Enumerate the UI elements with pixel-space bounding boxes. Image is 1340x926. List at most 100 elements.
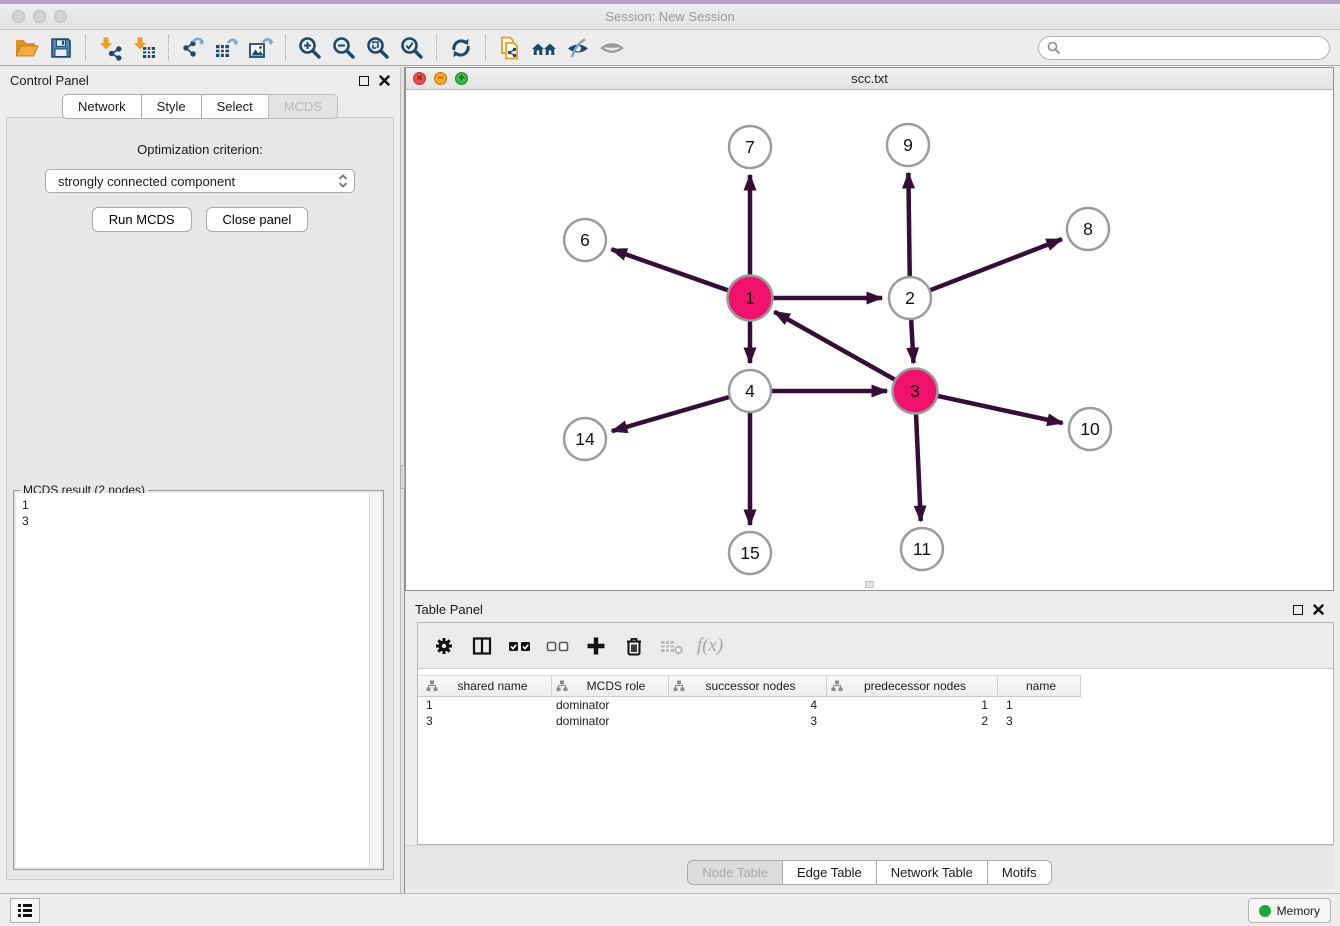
tab-node-table[interactable]: Node Table <box>687 860 783 885</box>
memory-label: Memory <box>1277 904 1320 918</box>
column-header-mcds-role[interactable]: MCDS role <box>552 675 669 697</box>
graph-node-label: 1 <box>745 288 755 308</box>
hide-selected-button[interactable] <box>561 33 595 63</box>
save-session-button[interactable] <box>44 33 78 63</box>
cell-name[interactable]: 3 <box>998 713 1081 729</box>
graph-node-10[interactable]: 10 <box>1069 408 1111 450</box>
column-header-successor-nodes[interactable]: successor nodes <box>669 675 827 697</box>
column-settings-button[interactable] <box>428 630 460 662</box>
float-panel-icon[interactable] <box>359 76 369 86</box>
first-neighbors-button[interactable] <box>527 33 561 63</box>
tab-mcds[interactable]: MCDS <box>268 94 338 119</box>
delete-table-icon <box>660 635 684 657</box>
graph-node-9[interactable]: 9 <box>887 124 929 166</box>
graph-node-4[interactable]: 4 <box>729 370 771 412</box>
function-builder-button[interactable]: f(x) <box>694 630 726 662</box>
graph-node-label: 7 <box>745 137 755 157</box>
graph-edge-3-10[interactable] <box>936 396 1062 423</box>
window-title: Session: New Session <box>0 9 1340 24</box>
trash-icon <box>623 635 645 657</box>
cell-name[interactable]: 1 <box>998 697 1081 713</box>
zoom-selected-button[interactable] <box>395 33 429 63</box>
cell-shared-name[interactable]: 3 <box>418 713 552 729</box>
zoom-out-button[interactable] <box>327 33 361 63</box>
export-network-icon <box>180 35 206 61</box>
apply-layout-button[interactable] <box>444 33 478 63</box>
column-header-shared-name[interactable]: shared name <box>418 675 552 697</box>
cell-mcds-role[interactable]: dominator <box>552 713 669 729</box>
graph-edge-4-14[interactable] <box>612 397 729 431</box>
graph-node-label: 2 <box>905 288 915 308</box>
column-header-name[interactable]: name <box>998 675 1081 697</box>
tab-network-table[interactable]: Network Table <box>876 860 988 885</box>
criterion-dropdown[interactable]: strongly connected component <box>45 169 355 193</box>
network-canvas[interactable]: 7 9 6 8 1 2 4 3 14 10 15 11 <box>406 90 1333 590</box>
graph-edge-1-6[interactable] <box>611 249 729 290</box>
float-panel-icon[interactable] <box>1293 605 1303 615</box>
memory-status-dot <box>1259 905 1271 917</box>
graph-edge-2-8[interactable] <box>931 239 1062 290</box>
cell-successor-nodes[interactable]: 3 <box>669 713 827 729</box>
graph-node-11[interactable]: 11 <box>901 528 943 570</box>
zoom-fit-button[interactable] <box>361 33 395 63</box>
graph-node-8[interactable]: 8 <box>1067 208 1109 250</box>
graph-edge-3-1[interactable] <box>774 312 895 380</box>
tab-motifs[interactable]: Motifs <box>987 860 1052 885</box>
graph-edge-2-9[interactable] <box>908 173 909 276</box>
tab-select[interactable]: Select <box>201 94 269 119</box>
column-header-predecessor-nodes[interactable]: predecessor nodes <box>827 675 998 697</box>
open-file-button[interactable] <box>10 33 44 63</box>
graph-node-7[interactable]: 7 <box>729 126 771 168</box>
tab-style[interactable]: Style <box>141 94 202 119</box>
show-all-button[interactable] <box>595 33 629 63</box>
graph-node-2[interactable]: 2 <box>889 277 931 319</box>
close-panel-button[interactable]: Close panel <box>206 207 309 232</box>
cell-predecessor-nodes[interactable]: 1 <box>827 697 998 713</box>
show-columns-button[interactable] <box>466 630 498 662</box>
graph-node-3[interactable]: 3 <box>893 369 938 414</box>
table-row[interactable]: 3 dominator 3 2 3 <box>418 713 1333 729</box>
tab-edge-table[interactable]: Edge Table <box>782 860 877 885</box>
task-history-button[interactable] <box>10 898 40 923</box>
toolbar-separator <box>85 35 86 61</box>
zoom-in-button[interactable] <box>293 33 327 63</box>
optimization-criterion-label: Optimization criterion: <box>7 142 393 157</box>
close-panel-icon[interactable] <box>1313 604 1324 615</box>
mcds-result-text[interactable]: 1 3 <box>16 493 369 867</box>
import-network-button[interactable] <box>93 33 127 63</box>
tab-network[interactable]: Network <box>62 94 142 119</box>
table-row[interactable]: 1 dominator 4 1 1 <box>418 697 1333 713</box>
graph-node-6[interactable]: 6 <box>564 219 606 261</box>
graph-node-14[interactable]: 14 <box>564 418 606 460</box>
graph-node-label: 4 <box>745 381 755 401</box>
graph-node-15[interactable]: 15 <box>729 532 771 574</box>
cell-shared-name[interactable]: 1 <box>418 697 552 713</box>
unchecked-boxes-icon <box>546 635 570 657</box>
graph-edge-3-11[interactable] <box>916 413 921 521</box>
import-table-button[interactable] <box>127 33 161 63</box>
canvas-resize-grip[interactable] <box>865 581 874 588</box>
result-scrollbar[interactable] <box>369 493 381 867</box>
cell-successor-nodes[interactable]: 4 <box>669 697 827 713</box>
export-network-button[interactable] <box>176 33 210 63</box>
graph-edge-2-3[interactable] <box>911 320 913 363</box>
toolbar-separator <box>285 35 286 61</box>
network-window-title: scc.txt <box>406 71 1333 86</box>
cell-predecessor-nodes[interactable]: 2 <box>827 713 998 729</box>
new-network-from-selection-button[interactable] <box>493 33 527 63</box>
delete-table-button[interactable] <box>656 630 688 662</box>
attribute-tree-icon <box>556 680 568 692</box>
memory-button[interactable]: Memory <box>1248 898 1331 923</box>
export-table-button[interactable] <box>210 33 244 63</box>
search-input[interactable] <box>1066 41 1321 55</box>
delete-rows-button[interactable] <box>618 630 650 662</box>
add-row-button[interactable] <box>580 630 612 662</box>
graph-node-1[interactable]: 1 <box>728 276 773 321</box>
main-toolbar <box>0 30 1340 66</box>
cell-mcds-role[interactable]: dominator <box>552 697 669 713</box>
select-all-columns-button[interactable] <box>504 630 536 662</box>
unselect-all-columns-button[interactable] <box>542 630 574 662</box>
run-mcds-button[interactable]: Run MCDS <box>92 207 192 232</box>
export-image-button[interactable] <box>244 33 278 63</box>
close-panel-icon[interactable] <box>379 75 390 86</box>
